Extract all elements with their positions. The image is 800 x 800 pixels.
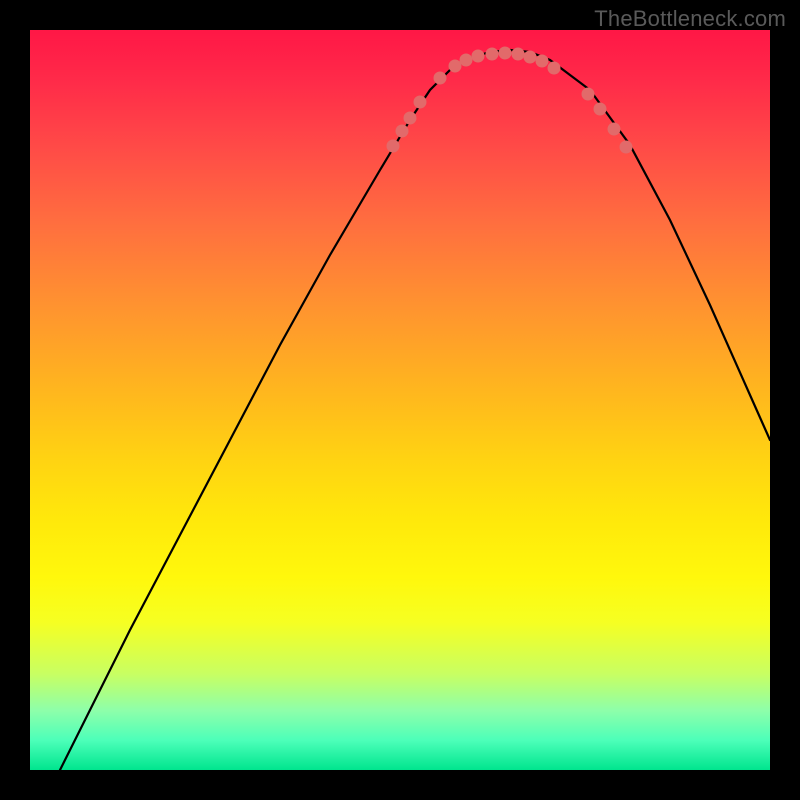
curve-marker	[512, 48, 524, 60]
curve-marker	[460, 54, 472, 66]
curve-marker	[608, 123, 620, 135]
curve-marker	[582, 88, 594, 100]
curve-markers	[387, 47, 632, 153]
curve-marker	[472, 50, 484, 62]
chart-frame: TheBottleneck.com	[0, 0, 800, 800]
curve-marker	[548, 62, 560, 74]
curve-marker	[387, 140, 399, 152]
bottleneck-curve	[60, 50, 770, 770]
curve-marker	[594, 103, 606, 115]
curve-marker	[434, 72, 446, 84]
plot-area	[30, 30, 770, 770]
chart-overlay	[30, 30, 770, 770]
curve-marker	[449, 60, 461, 72]
curve-marker	[620, 141, 632, 153]
curve-marker	[499, 47, 511, 59]
curve-marker	[524, 51, 536, 63]
curve-marker	[486, 48, 498, 60]
curve-marker	[536, 55, 548, 67]
curve-marker	[396, 125, 408, 137]
curve-marker	[404, 112, 416, 124]
watermark-text: TheBottleneck.com	[594, 6, 786, 32]
curve-marker	[414, 96, 426, 108]
